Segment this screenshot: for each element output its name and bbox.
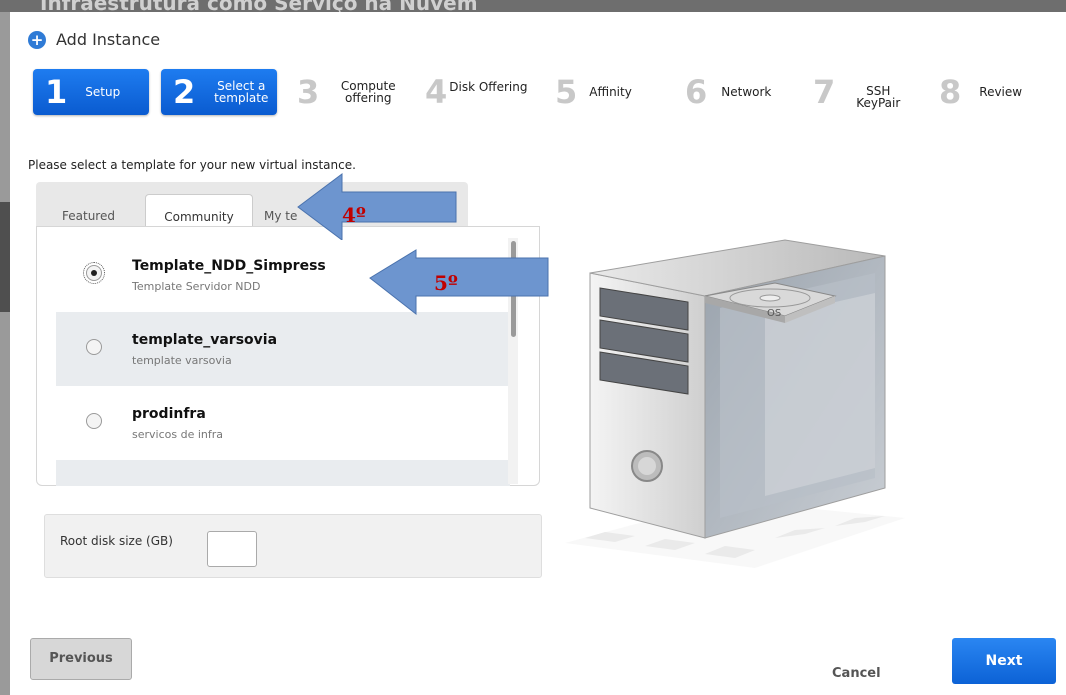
template-radio[interactable] (83, 262, 105, 284)
step-affinity[interactable]: 5 Affinity (555, 69, 655, 115)
list-item[interactable] (56, 460, 510, 486)
plus-circle-icon: + (28, 30, 46, 49)
step-select-template[interactable]: 2 Select a template (161, 69, 277, 115)
dialog-title: + Add Instance (28, 30, 160, 49)
cancel-button[interactable]: Cancel (832, 666, 881, 681)
background-title: Infraestrutura como Serviço na Nuvem (40, 0, 478, 12)
template-description: servicos de infra (132, 428, 224, 441)
template-description: Template Servidor NDD (132, 280, 261, 293)
background-left-edge (0, 12, 10, 695)
template-radio[interactable] (86, 413, 102, 429)
template-name: prodinfra (132, 406, 206, 422)
annotation-label: 4º (342, 203, 366, 227)
step-setup[interactable]: 1 Setup (33, 69, 149, 115)
root-disk-label: Root disk size (GB) (60, 534, 173, 548)
previous-button[interactable]: Previous (30, 638, 132, 680)
template-name: template_varsovia (132, 332, 278, 348)
list-item[interactable]: template_varsovia template varsovia (56, 312, 510, 386)
root-disk-size-input[interactable] (207, 531, 257, 567)
list-item[interactable]: prodinfra servicos de infra (56, 386, 510, 460)
background-window-strip: Infraestrutura como Serviço na Nuvem (0, 0, 1066, 12)
template-description: template varsovia (132, 354, 232, 367)
step-compute-offering[interactable]: 3 Compute offering (297, 69, 417, 115)
dialog-title-text: Add Instance (56, 30, 161, 49)
annotation-label: 5º (434, 271, 458, 295)
annotation-arrow-5: 5º (369, 249, 549, 316)
wizard-steps: 1 Setup 2 Select a template 3 Compute of… (33, 69, 1053, 115)
step-disk-offering[interactable]: 4 Disk Offering (425, 69, 545, 115)
server-illustration: OS (565, 239, 905, 568)
template-name: Template_NDD_Simpress (132, 258, 326, 274)
step-ssh-keypair[interactable]: 7 SSH KeyPair (813, 69, 913, 115)
os-label: OS (767, 308, 781, 319)
step-network[interactable]: 6 Network (685, 69, 795, 115)
template-radio[interactable] (86, 339, 102, 355)
step-review[interactable]: 8 Review (939, 69, 1039, 115)
annotation-arrow-4: 4º (297, 173, 457, 240)
next-button[interactable]: Next (952, 638, 1056, 684)
